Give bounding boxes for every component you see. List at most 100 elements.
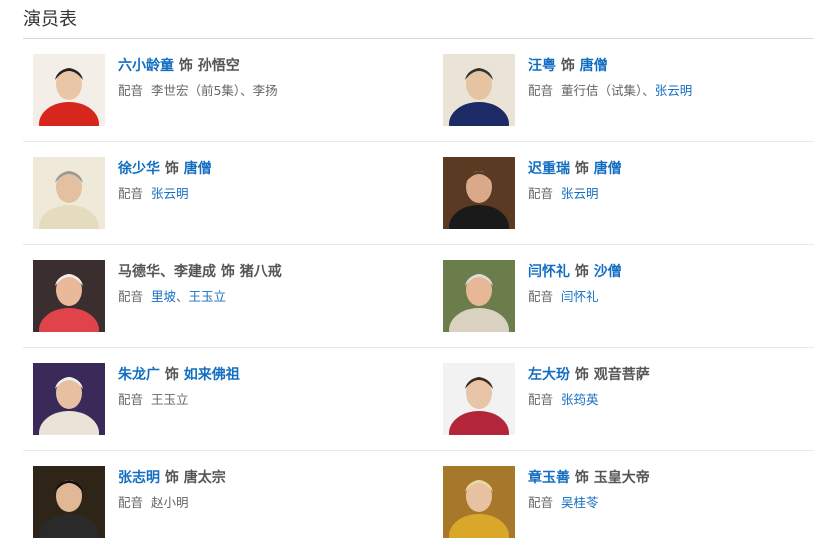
actor-name-link[interactable]: 六小龄童 [118,58,174,74]
cast-entry: 马德华、李建成 饰 猪八戒 配音 里坡、王玉立 [23,245,418,348]
voice-label: 配音 [118,186,144,201]
actor-photo[interactable] [33,54,105,126]
cast-entry: 章玉善 饰 玉皇大帝 配音 吴桂苓 [433,451,822,554]
role-line: 左大玢 饰 观音菩萨 [528,365,818,385]
actor-name-link[interactable]: 迟重瑞 [528,161,570,177]
cast-entry: 迟重瑞 饰 唐僧 配音 张云明 [433,142,822,245]
cast-entry: 徐少华 饰 唐僧配音 张云明 [23,142,418,245]
voice-line: 配音 赵小明 [118,494,408,512]
character-name-link[interactable]: 唐僧 [184,161,212,177]
cast-info: 左大玢 饰 观音菩萨 配音 张筠英 [528,365,818,409]
voice-line: 配音 吴桂苓 [528,494,818,512]
actor-photo[interactable] [443,260,515,332]
role-line: 徐少华 饰 唐僧 [118,159,408,179]
character-name-link[interactable]: 如来佛祖 [184,367,240,383]
voice-actor-link[interactable]: 闫怀礼 [561,289,599,304]
actor-name-link[interactable]: 朱龙广 [118,367,160,383]
voice-actor-link[interactable]: 王玉立 [189,289,227,304]
actor-name-link[interactable]: 闫怀礼 [528,264,570,280]
section-title: 演员表 [23,9,77,30]
role-line: 张志明 饰 唐太宗 [118,468,408,488]
actor-name-link[interactable]: 汪粤 [528,58,556,74]
cast-row: 张志明 饰 唐太宗 配音 赵小明 章玉善 饰 玉皇大帝 配音 吴桂苓 [23,451,814,554]
cast-info: 朱龙广 饰 如来佛祖 配音 王玉立 [118,365,408,409]
voice-actor-link[interactable]: 里坡 [151,289,176,304]
voice-actor-link[interactable]: 张云明 [151,186,189,201]
cast-entry: 闫怀礼 饰 沙僧 配音 闫怀礼 [433,245,822,348]
voice-line: 配音 王玉立 [118,391,408,409]
voice-label: 配音 [528,186,554,201]
voice-actor: 李世宏（前5集）、李扬 [150,83,278,98]
cast-row: 徐少华 饰 唐僧配音 张云明 迟重瑞 饰 唐僧配音 张云明 [23,142,814,245]
actor-photo[interactable] [33,466,105,538]
role-separator: 饰 [570,470,594,486]
cast-row: 朱龙广 饰 如来佛祖 配音 王玉立 左大玢 饰 观音菩萨配音 张筠英 [23,348,814,451]
role-separator: 饰 [570,264,594,280]
role-separator: 饰 [160,161,184,177]
cast-entry: 朱龙广 饰 如来佛祖 配音 王玉立 [23,348,418,451]
role-line: 朱龙广 饰 如来佛祖 [118,365,408,385]
voice-label: 配音 [528,289,554,304]
actor-photo[interactable] [33,363,105,435]
character-name-link[interactable]: 唐僧 [580,58,608,74]
role-line: 六小龄童 饰 孙悟空 [118,56,408,76]
voice-actor-link[interactable]: 张筠英 [561,392,599,407]
cast-info: 张志明 饰 唐太宗 配音 赵小明 [118,468,408,512]
role-line: 马德华、李建成 饰 猪八戒 [118,262,408,282]
voice-label: 配音 [528,83,554,98]
character-name: 唐太宗 [183,470,226,486]
actor-photo[interactable] [33,260,105,332]
actor-photo[interactable] [33,157,105,229]
voice-label: 配音 [118,83,144,98]
role-separator: 饰 [570,161,594,177]
character-name: 孙悟空 [197,58,240,74]
actor-photo[interactable] [443,466,515,538]
role-separator: 饰 [556,58,580,74]
actor-name-link[interactable]: 章玉善 [528,470,570,486]
role-separator: 饰 [174,58,198,74]
voice-actor: 董行佶（试集）、 [560,83,655,98]
cast-entry: 汪粤 饰 唐僧 配音 董行佶（试集）、张云明 [433,39,822,142]
voice-actor: 王玉立 [150,392,189,407]
voice-line: 配音 李世宏（前5集）、李扬 [118,82,408,100]
character-name-link[interactable]: 沙僧 [594,264,622,280]
cast-info: 闫怀礼 饰 沙僧 配音 闫怀礼 [528,262,818,306]
actor-photo[interactable] [443,363,515,435]
cast-table: 六小龄童 饰 孙悟空 配音 李世宏（前5集）、李扬 汪粤 饰 唐僧 配音 董行佶（试… [23,39,814,554]
voice-actor-link[interactable]: 张云明 [655,83,693,98]
role-separator: 饰 [216,264,240,280]
cast-info: 六小龄童 饰 孙悟空 配音 李世宏（前5集）、李扬 [118,56,408,100]
actor-photo[interactable] [443,157,515,229]
voice-line: 配音 里坡、王玉立 [118,288,408,306]
voice-line: 配音 张云明 [528,185,818,203]
character-name: 观音菩萨 [593,367,650,383]
cast-info: 汪粤 饰 唐僧 配音 董行佶（试集）、张云明 [528,56,818,100]
role-line: 闫怀礼 饰 沙僧 [528,262,818,282]
voice-actor-link[interactable]: 吴桂苓 [561,495,599,510]
voice-label: 配音 [528,495,554,510]
voice-line: 配音 闫怀礼 [528,288,818,306]
actor-name-link[interactable]: 张志明 [118,470,160,486]
role-line: 迟重瑞 饰 唐僧 [528,159,818,179]
actor-name: 马德华、李建成 [118,264,216,280]
voice-line: 配音 董行佶（试集）、张云明 [528,82,818,100]
voice-label: 配音 [528,392,554,407]
actor-photo[interactable] [443,54,515,126]
role-line: 章玉善 饰 玉皇大帝 [528,468,818,488]
voice-label: 配音 [118,495,144,510]
voice-line: 配音 张筠英 [528,391,818,409]
cast-info: 章玉善 饰 玉皇大帝 配音 吴桂苓 [528,468,818,512]
cast-row: 马德华、李建成 饰 猪八戒 配音 里坡、王玉立 闫怀礼 饰 沙僧 配音 闫怀礼 [23,245,814,348]
role-line: 汪粤 饰 唐僧 [528,56,818,76]
cast-info: 迟重瑞 饰 唐僧 配音 张云明 [528,159,818,203]
voice-actor-link[interactable]: 张云明 [561,186,599,201]
cast-info: 徐少华 饰 唐僧配音 张云明 [118,159,408,203]
role-separator: 饰 [160,470,184,486]
actor-name-link[interactable]: 徐少华 [118,161,160,177]
actor-name-link[interactable]: 左大玢 [528,367,570,383]
voice-actor: 、 [175,289,189,304]
role-separator: 饰 [160,367,184,383]
character-name-link[interactable]: 唐僧 [594,161,622,177]
voice-actor: 赵小明 [150,495,189,510]
character-name: 猪八戒 [239,264,282,280]
